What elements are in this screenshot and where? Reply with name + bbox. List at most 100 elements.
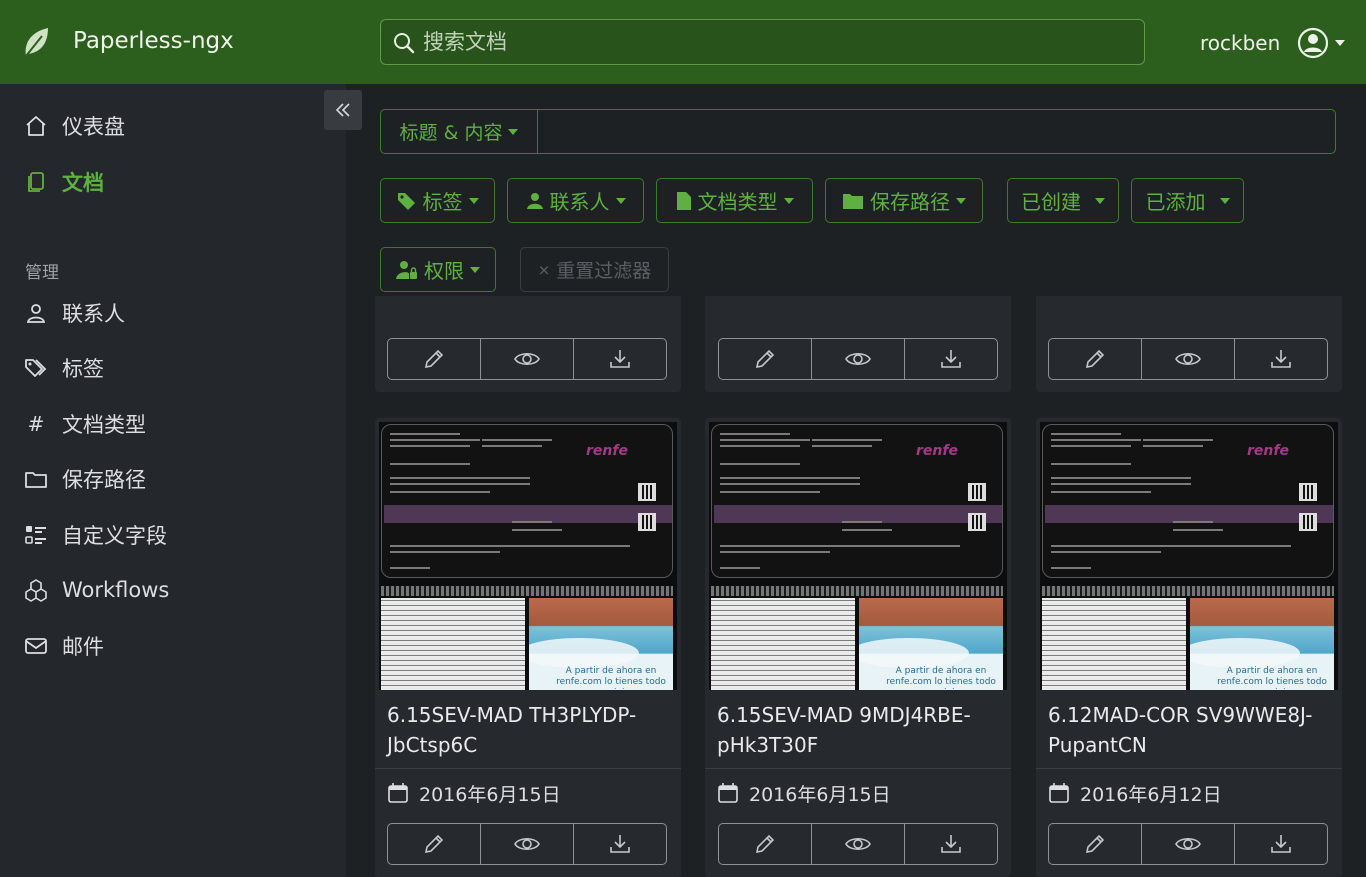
document-date-text: 2016年6月15日 [419,783,561,806]
search-input[interactable] [423,22,1133,62]
reset-filters-button[interactable]: × 重置过滤器 [520,247,669,292]
preview-button[interactable] [1142,824,1235,864]
document-date: 2016年6月15日 [387,780,561,806]
sidebar-item-correspondents[interactable]: 联系人 [24,293,125,333]
filter-storage-path-button[interactable]: 保存路径 [825,178,983,223]
preview-button[interactable] [481,339,574,379]
document-thumbnail[interactable]: renfe A partir de ahora en renfe.com lo … [709,422,1007,690]
edit-button[interactable] [719,824,812,864]
chevron-double-left-icon [334,101,352,119]
download-button[interactable] [574,339,666,379]
boxes-icon [24,578,48,602]
sidebar-item-label: 文档类型 [62,413,146,437]
leaf-logo-icon[interactable] [22,26,50,58]
person-circle-icon [1297,27,1329,59]
sidebar-item-mail[interactable]: 邮件 [24,626,104,666]
filter-label: 已创建 [1021,190,1081,214]
eye-icon [1175,835,1201,853]
pencil-icon [1084,348,1106,370]
ticket-image: renfe [711,424,1003,578]
calendar-icon [1048,782,1070,804]
edit-button[interactable] [1049,339,1142,379]
preview-button[interactable] [812,824,905,864]
sidebar-item-dashboard[interactable]: 仪表盘 [24,106,125,146]
edit-button[interactable] [719,339,812,379]
edit-button[interactable] [1049,824,1142,864]
edit-button[interactable] [388,339,481,379]
renfe-ad-image: A partir de ahora en renfe.com lo tienes… [1190,598,1334,690]
tag-icon [397,191,417,211]
reset-filters-label: 重置过滤器 [556,260,652,282]
text-filter-mode-dropdown[interactable]: 标题 & 内容 [381,110,538,153]
person-lock-icon [396,260,418,280]
filter-permissions-button[interactable]: 权限 [380,247,496,292]
filter-label: 保存路径 [870,190,950,214]
download-button[interactable] [574,824,666,864]
house-icon [24,114,48,138]
hash-icon: # [27,412,45,436]
sidebar-collapse-button[interactable] [324,90,362,130]
document-thumbnail[interactable]: renfe A partir de ahora en renfe.com lo … [1040,422,1338,690]
sidebar-item-label: Workflows [62,578,170,602]
text-filter-group: 标题 & 内容 [380,109,1336,154]
user-menu-button[interactable] [1297,25,1357,61]
app-name[interactable]: Paperless-ngx [73,28,234,54]
sidebar-item-label: 自定义字段 [62,524,167,548]
caret-down-icon [1335,40,1345,46]
renfe-ad-image: A partir de ahora en renfe.com lo tienes… [529,598,673,690]
document-title[interactable]: 6.15SEV-MAD TH3PLYDP-JbCtsp6C [387,700,672,760]
caret-down-icon [468,197,479,204]
filter-label: 已添加 [1145,190,1206,214]
document-date-text: 2016年6月15日 [749,783,891,806]
document-title[interactable]: 6.15SEV-MAD 9MDJ4RBE-pHk3T30F [717,700,1002,760]
sidebar-item-documents[interactable]: 文档 [24,162,104,202]
document-card[interactable]: renfe A partir de ahora en renfe.com lo … [1036,418,1342,877]
download-button[interactable] [905,824,997,864]
filter-document-type-button[interactable]: 文档类型 [656,178,813,223]
document-date: 2016年6月12日 [1048,780,1222,806]
tags-icon [24,356,48,380]
document-card[interactable]: renfe A partir de ahora en renfe.com lo … [375,418,681,877]
calendar-icon [387,782,409,804]
filter-label: 权限 [424,259,464,283]
preview-button[interactable] [1142,339,1235,379]
caret-down-icon [1219,197,1230,204]
card-actions [1048,823,1328,865]
download-icon [1270,833,1292,855]
sidebar-item-workflows[interactable]: Workflows [24,570,169,610]
caret-down-icon [508,128,519,135]
sidebar-item-custom-fields[interactable]: 自定义字段 [24,515,167,555]
download-button[interactable] [905,339,997,379]
preview-button[interactable] [481,824,574,864]
folder-icon [842,192,864,210]
caret-down-icon [470,266,480,273]
person-icon [526,192,544,210]
caret-down-icon [956,197,966,204]
document-title[interactable]: 6.12MAD-COR SV9WWE8J-PupantCN [1048,700,1333,760]
sidebar-item-tags[interactable]: 标签 [24,348,104,388]
eye-icon [845,835,871,853]
filter-label: 文档类型 [697,190,778,214]
download-button[interactable] [1235,824,1327,864]
edit-button[interactable] [388,824,481,864]
sidebar-item-storage-paths[interactable]: 保存路径 [24,459,146,499]
top-navbar: Paperless-ngx rockben [0,0,1366,84]
download-button[interactable] [1235,339,1327,379]
pencil-icon [423,833,445,855]
filter-tags-button[interactable]: 标签 [380,178,495,223]
text-filter-input[interactable] [541,112,1331,150]
caret-down-icon [615,197,626,204]
preview-button[interactable] [812,339,905,379]
ui-checks-icon [24,523,48,547]
download-icon [940,348,962,370]
filter-correspondent-button[interactable]: 联系人 [507,178,644,223]
document-thumbnail[interactable]: renfe A partir de ahora en renfe.com lo … [379,422,677,690]
filter-added-button[interactable]: 已添加 [1131,178,1244,223]
download-icon [940,833,962,855]
ad-text: A partir de ahora en renfe.com lo tienes… [556,666,666,690]
card-actions [1048,338,1328,380]
sidebar-item-document-types[interactable]: # 文档类型 [24,404,146,444]
document-date-text: 2016年6月12日 [1080,783,1222,806]
filter-created-button[interactable]: 已创建 [1007,178,1119,223]
document-card[interactable]: renfe A partir de ahora en renfe.com lo … [705,418,1011,877]
